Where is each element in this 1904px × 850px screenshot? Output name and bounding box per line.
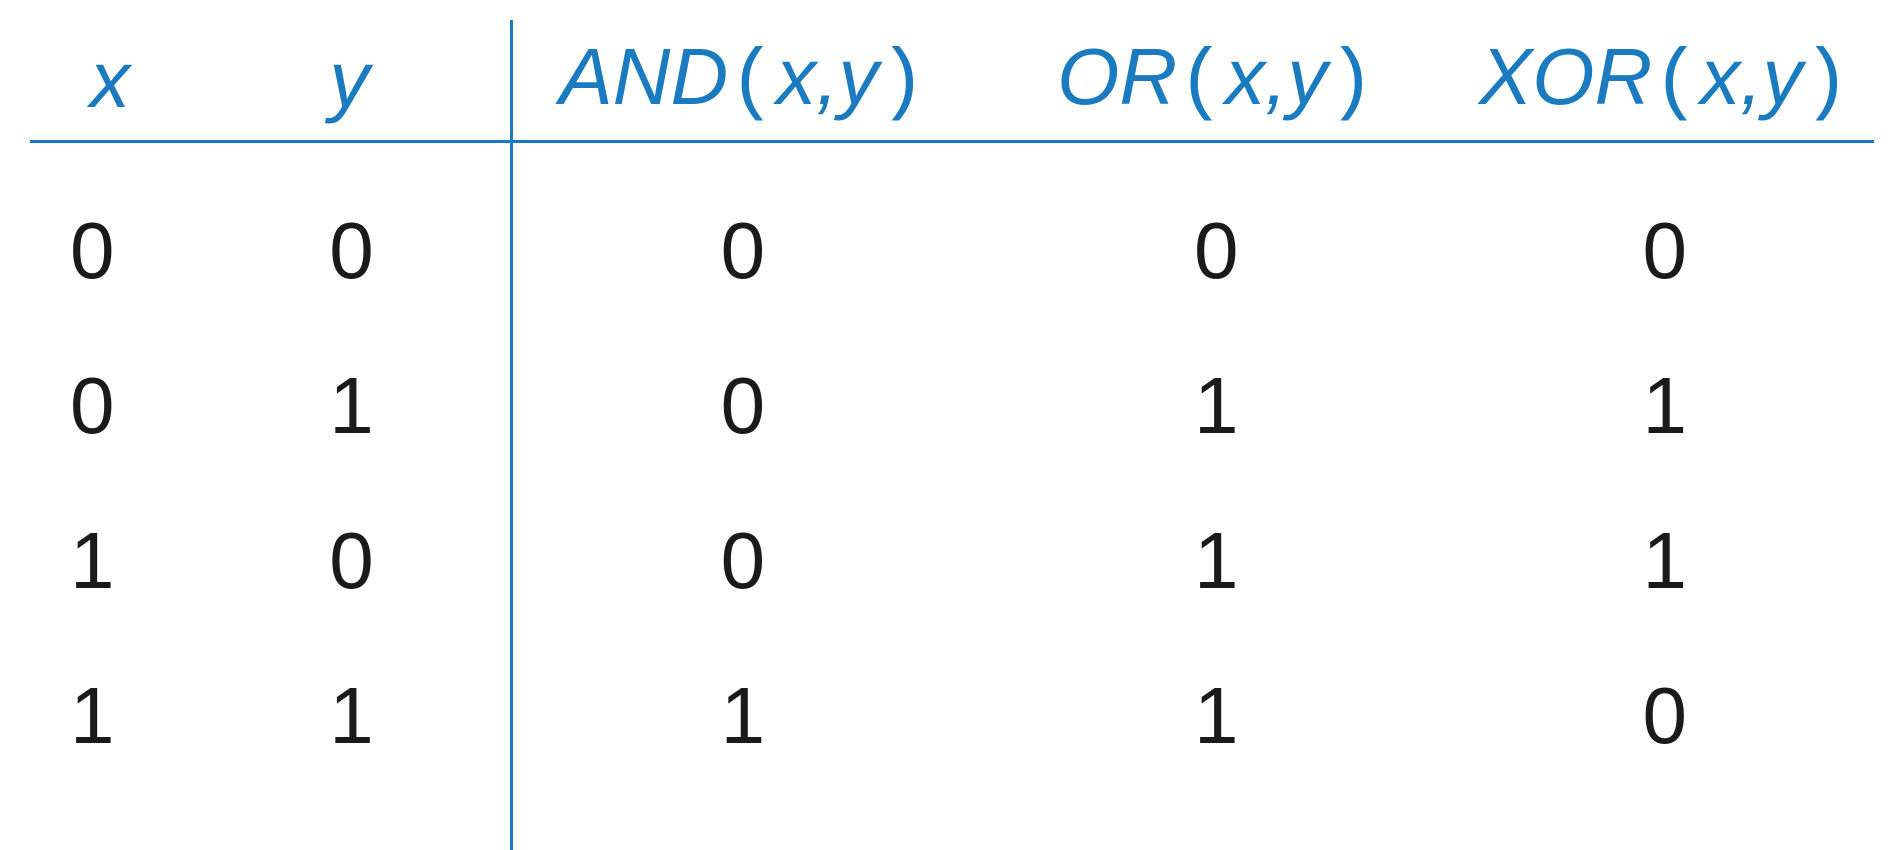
close-paren-icon: ): [1327, 38, 1375, 129]
header-or: OR(x,y): [977, 37, 1455, 124]
open-paren-icon: (: [728, 38, 776, 129]
cell-y: 0: [289, 211, 508, 291]
cell-xor: 0: [1455, 676, 1874, 756]
cell-y: 1: [289, 366, 508, 446]
cell-x: 1: [30, 676, 289, 756]
close-paren-icon: ): [878, 38, 926, 129]
cell-y: 0: [289, 521, 508, 601]
truth-table: x y AND(x,y) OR(x,y) XOR(x,y) 0 0 0 0 0 …: [30, 20, 1874, 783]
cell-or: 0: [977, 211, 1455, 291]
header-and: AND(x,y): [509, 37, 977, 124]
table-row: 1 0 0 1 1: [30, 473, 1874, 628]
header-and-fn: AND: [559, 32, 728, 121]
header-xor-args: x,y: [1700, 32, 1802, 121]
cell-x: 0: [30, 366, 289, 446]
cell-and: 0: [509, 521, 977, 601]
cell-x: 1: [30, 521, 289, 601]
header-or-args: x,y: [1225, 32, 1327, 121]
vertical-divider: [510, 20, 513, 850]
horizontal-divider: [30, 140, 1874, 143]
cell-or: 1: [977, 366, 1455, 446]
cell-and: 0: [509, 211, 977, 291]
header-xor: XOR(x,y): [1455, 37, 1874, 124]
cell-and: 1: [509, 676, 977, 756]
cell-xor: 1: [1455, 521, 1874, 601]
cell-xor: 0: [1455, 211, 1874, 291]
table-row: 1 1 1 1 0: [30, 628, 1874, 783]
cell-x: 0: [30, 211, 289, 291]
table-row: 0 1 0 1 1: [30, 318, 1874, 473]
cell-xor: 1: [1455, 366, 1874, 446]
header-y: y: [289, 40, 508, 120]
open-paren-icon: (: [1652, 38, 1700, 129]
close-paren-icon: ): [1803, 38, 1851, 129]
table-row: 0 0 0 0 0: [30, 163, 1874, 318]
cell-and: 0: [509, 366, 977, 446]
cell-y: 1: [289, 676, 508, 756]
cell-or: 1: [977, 521, 1455, 601]
header-and-args: x,y: [776, 32, 878, 121]
header-xor-fn: XOR: [1479, 32, 1652, 121]
header-x: x: [30, 40, 289, 120]
table-header-row: x y AND(x,y) OR(x,y) XOR(x,y): [30, 20, 1874, 130]
open-paren-icon: (: [1177, 38, 1225, 129]
header-or-fn: OR: [1057, 32, 1177, 121]
cell-or: 1: [977, 676, 1455, 756]
